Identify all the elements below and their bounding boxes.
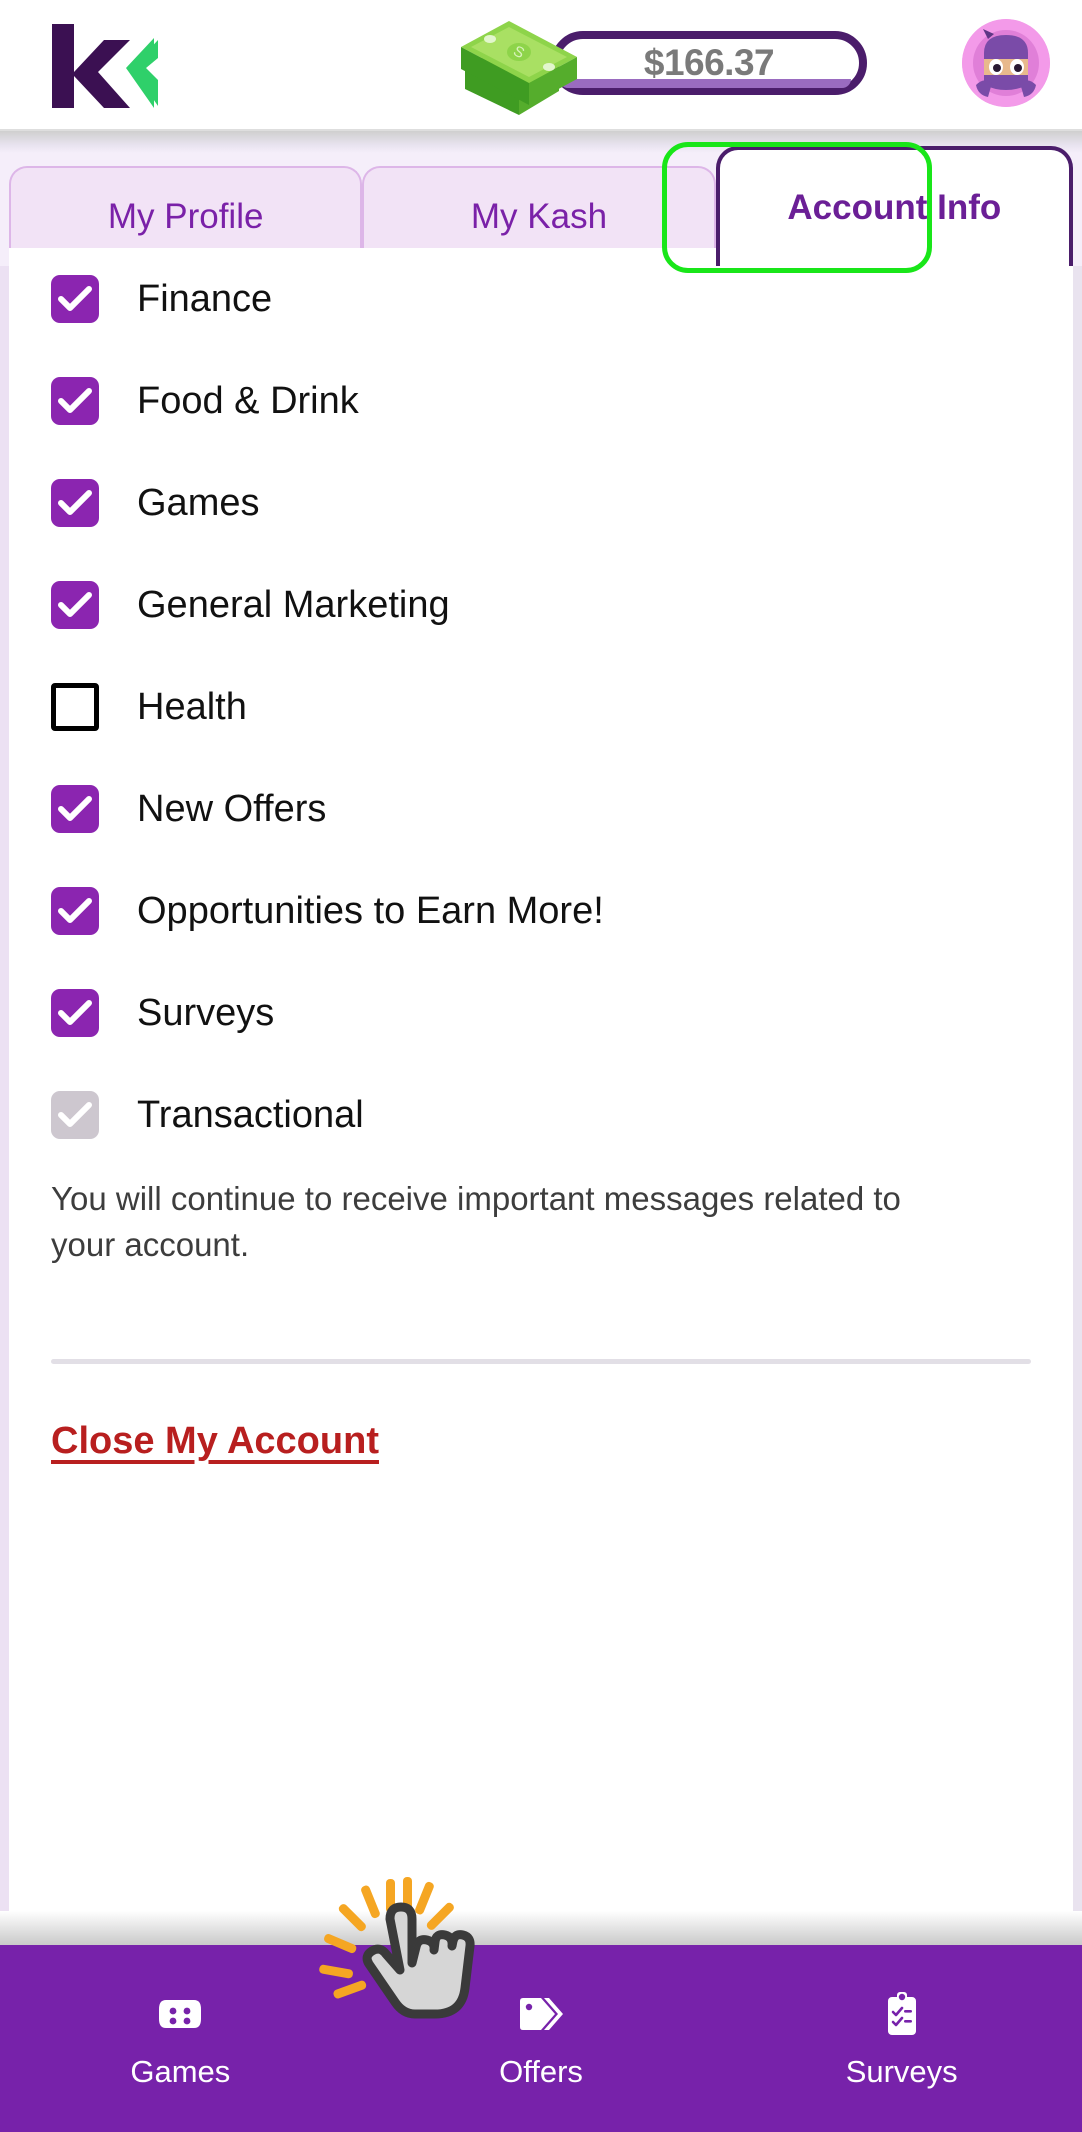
preference-row[interactable]: Food & Drink <box>51 350 1073 452</box>
close-my-account-link[interactable]: Close My Account <box>51 1420 379 1463</box>
clipboard-checklist-icon <box>876 1988 928 2040</box>
preference-label: Games <box>137 481 260 524</box>
checkbox-health[interactable] <box>51 683 99 731</box>
checkbox-finance[interactable] <box>51 275 99 323</box>
balance-amount: $166.37 <box>643 42 775 83</box>
nav-item-surveys[interactable]: Surveys <box>721 1988 1082 2090</box>
checkbox-transactional <box>51 1091 99 1139</box>
account-info-panel: Finance Food & Drink Games General Marke… <box>9 248 1073 1911</box>
right-edge-strip <box>1073 131 1082 2132</box>
bottom-navigation-bar: Games Offers Surveys <box>0 1945 1082 2132</box>
app-header: $166.37 S <box>0 0 1082 131</box>
checkbox-food-and-drink[interactable] <box>51 377 99 425</box>
money-stack-icon: S <box>447 11 597 115</box>
preference-row[interactable]: Health <box>51 656 1073 758</box>
checkbox-general-marketing[interactable] <box>51 581 99 629</box>
transactional-helper-text: You will continue to receive important m… <box>51 1180 901 1263</box>
preference-label: New Offers <box>137 787 327 830</box>
checkbox-new-offers[interactable] <box>51 785 99 833</box>
preference-row[interactable]: New Offers <box>51 758 1073 860</box>
section-divider <box>51 1359 1031 1365</box>
nav-label: Surveys <box>845 2053 958 2089</box>
preference-row: Transactional <box>51 1064 1073 1166</box>
nav-label: Offers <box>499 2053 583 2089</box>
tab-label: My Kash <box>470 197 608 236</box>
preference-row[interactable]: General Marketing <box>51 554 1073 656</box>
content-bottom-fade <box>0 1911 1082 1945</box>
app-screen: $166.37 S My Profile My Kash Account Inf… <box>0 0 1082 2132</box>
nav-item-offers[interactable]: Offers <box>361 1988 722 2090</box>
tab-account-info[interactable]: Account Info <box>715 146 1073 266</box>
preference-row[interactable]: Games <box>51 452 1073 554</box>
preference-row[interactable]: Surveys <box>51 962 1073 1064</box>
preference-label: Transactional <box>137 1093 364 1136</box>
preference-label: General Marketing <box>137 583 450 626</box>
checkbox-surveys[interactable] <box>51 989 99 1037</box>
nav-item-games[interactable]: Games <box>0 1988 361 2090</box>
preference-label: Surveys <box>137 991 275 1034</box>
nav-label: Games <box>130 2053 231 2089</box>
balance-pill: $166.37 <box>551 31 867 95</box>
left-edge-strip <box>0 131 9 2132</box>
balance-badge[interactable]: $166.37 S <box>447 21 867 115</box>
tab-label: Account Info <box>787 188 1002 227</box>
kashkick-logo[interactable] <box>42 20 162 112</box>
checkbox-games[interactable] <box>51 479 99 527</box>
email-preferences-list: Finance Food & Drink Games General Marke… <box>9 248 1073 1166</box>
checkbox-opportunities-to-earn-more[interactable] <box>51 887 99 935</box>
tab-bar: My Profile My Kash Account Info <box>0 131 1082 266</box>
preference-label: Finance <box>137 277 273 320</box>
preference-label: Food & Drink <box>137 379 359 422</box>
gamepad-icon <box>154 1988 206 2040</box>
preference-label: Opportunities to Earn More! <box>137 889 604 932</box>
tag-icon <box>515 1988 567 2040</box>
tab-label: My Profile <box>107 197 264 236</box>
ninja-avatar[interactable] <box>962 19 1050 107</box>
preference-label: Health <box>137 685 247 728</box>
preference-row[interactable]: Opportunities to Earn More! <box>51 860 1073 962</box>
